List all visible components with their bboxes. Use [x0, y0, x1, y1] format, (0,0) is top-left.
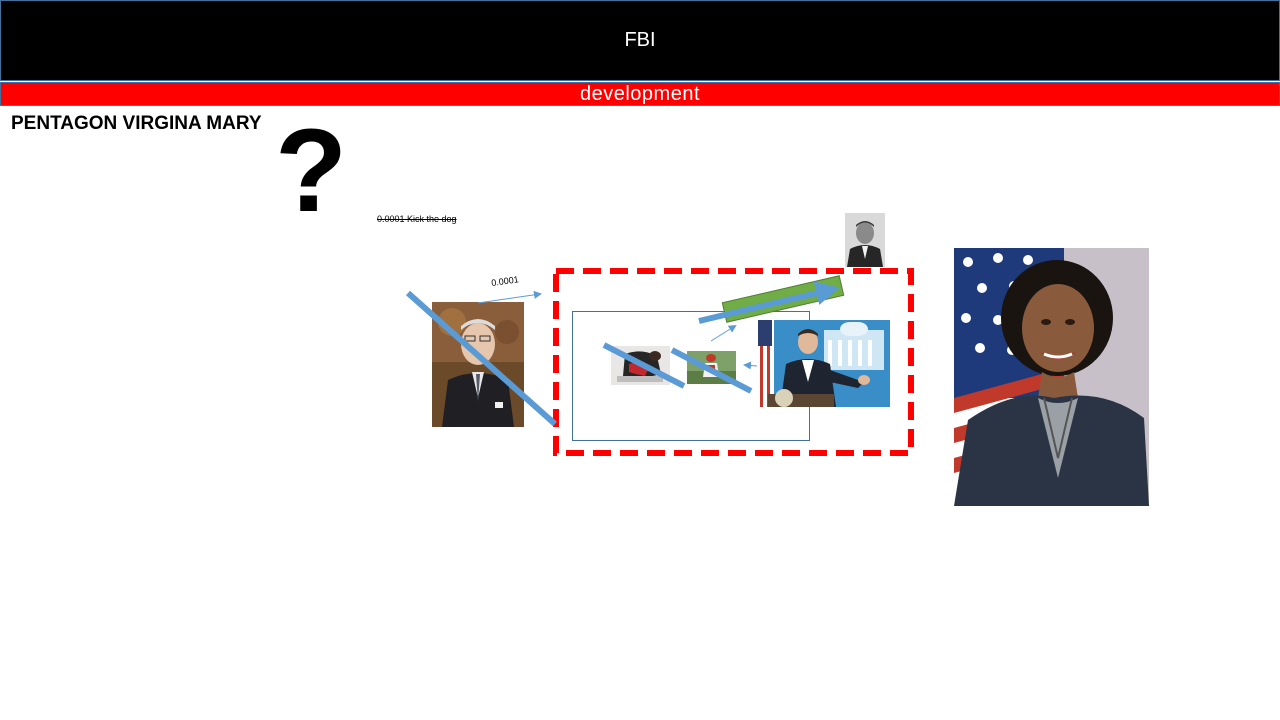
portrait-elderly-man[interactable] [432, 302, 524, 427]
photo-man-at-podium[interactable] [758, 320, 890, 407]
arrow-label: 0.0001 [490, 274, 520, 288]
subheader-label: development [579, 82, 701, 105]
struck-note: 0.0001 Kick the dog [377, 214, 457, 224]
header-title: FBI [624, 29, 656, 51]
photo-figure-right[interactable] [687, 351, 736, 384]
photo-figure-left[interactable] [611, 346, 670, 385]
slide-title: PENTAGON VIRGINA MARY [11, 113, 262, 134]
photo-figure-right-image [687, 351, 736, 384]
portrait-man-small[interactable] [845, 213, 885, 267]
subheader-bar: development [0, 82, 1280, 106]
question-mark: ? [275, 105, 348, 237]
header-bar: FBI [0, 0, 1280, 81]
photo-man-at-podium-image [758, 320, 890, 407]
portrait-woman-flag[interactable] [954, 248, 1149, 506]
portrait-elderly-man-image [432, 302, 524, 427]
portrait-man-small-image [845, 213, 885, 267]
photo-figure-left-image [611, 346, 670, 385]
portrait-woman-flag-image [954, 248, 1149, 506]
